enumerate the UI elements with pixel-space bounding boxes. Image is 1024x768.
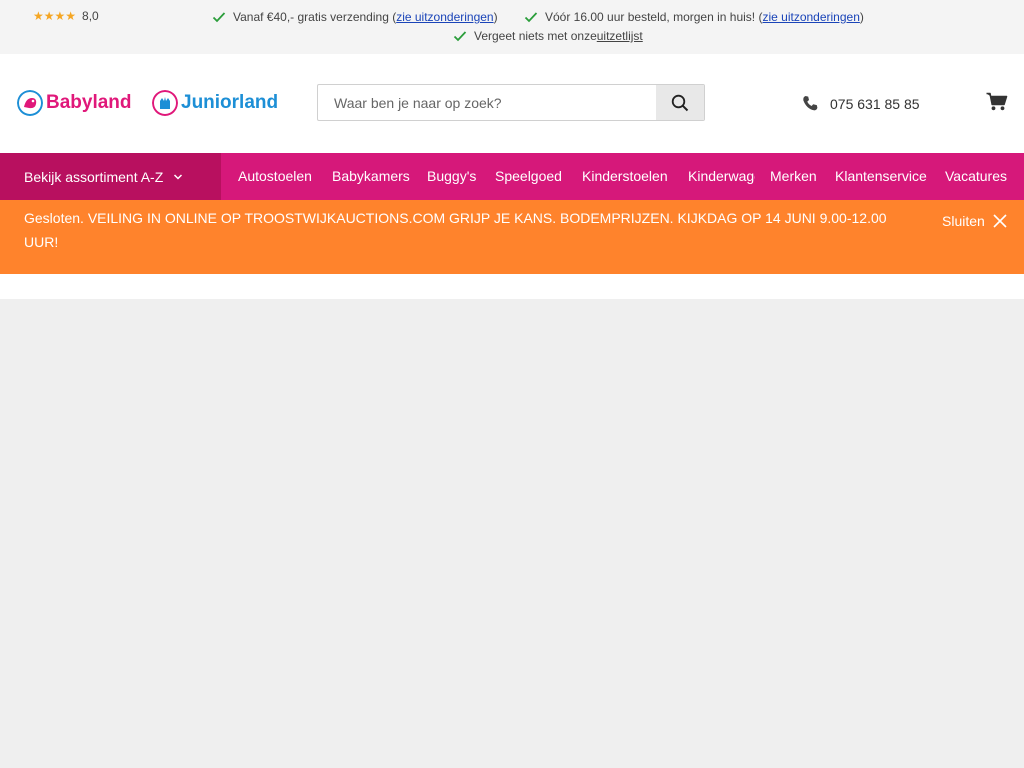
checklist-link[interactable]: uitzetlijst: [597, 29, 643, 43]
nav-item-kinderstoelen[interactable]: Kinderstoelen: [582, 153, 668, 200]
babyland-logo-icon: [17, 90, 43, 116]
phone-number: 075 631 85 85: [830, 95, 920, 112]
review-rating[interactable]: ★★★★ 8,0: [33, 9, 99, 23]
usp-bar: ★★★★ 8,0 Vanaf €40,- gratis verzending (…: [0, 0, 1024, 54]
rating-stars-icon: ★★★★: [33, 9, 77, 23]
nav-item-buggys[interactable]: Buggy's: [427, 153, 476, 200]
content-top-strip: [0, 274, 1024, 299]
search-input[interactable]: [318, 85, 658, 120]
search-icon: [671, 94, 689, 111]
usp-text: Vergeet niets met onze: [474, 29, 597, 43]
usp-paren: ): [493, 10, 498, 24]
babyland-logo-text: Babyland: [46, 92, 132, 113]
exceptions-link[interactable]: zie uitzonderingen: [762, 10, 859, 24]
check-icon: [453, 31, 467, 42]
usp-text: Vóór 16.00 uur besteld, morgen in huis! …: [545, 10, 763, 24]
nav-item-autostoelen[interactable]: Autostoelen: [238, 153, 312, 200]
close-icon: [993, 214, 1007, 228]
babyland-logo[interactable]: Babyland: [17, 90, 132, 116]
usp-next-day: Vóór 16.00 uur besteld, morgen in huis! …: [524, 10, 864, 24]
notice-close-label: Sluiten: [942, 213, 985, 229]
nav-item-kinderwagens-clip: Kinderwagens: [688, 153, 755, 200]
usp-free-shipping: Vanaf €40,- gratis verzending (zie uitzo…: [212, 10, 498, 24]
assortment-label: Bekijk assortiment A-Z: [24, 168, 164, 185]
notice-text: Gesloten. VEILING IN ONLINE OP TROOSTWIJ…: [24, 210, 887, 250]
rating-score: 8,0: [82, 9, 99, 23]
phone-icon: [803, 96, 818, 111]
juniorland-logo-text: Juniorland: [181, 92, 279, 113]
nav-item-kinderwagens[interactable]: Kinderwagens: [688, 153, 755, 200]
notice-banner: Gesloten. VEILING IN ONLINE OP TROOSTWIJ…: [0, 200, 1024, 274]
nav-item-babykamers[interactable]: Babykamers: [332, 153, 410, 200]
check-icon: [212, 12, 226, 23]
juniorland-logo[interactable]: Juniorland: [152, 90, 278, 116]
search-bar: [317, 84, 705, 121]
juniorland-logo-icon: [152, 90, 178, 116]
chevron-down-icon: [174, 173, 183, 180]
usp-checklist: Vergeet niets met onze uitzetlijst: [453, 29, 643, 43]
assortment-dropdown[interactable]: Bekijk assortiment A-Z: [0, 153, 221, 200]
nav-item-merken[interactable]: Merken: [770, 153, 817, 200]
cart-button[interactable]: [986, 92, 1008, 116]
usp-paren: ): [859, 10, 864, 24]
usp-text: Vanaf €40,- gratis verzending (: [233, 10, 397, 24]
nav-item-klantenservice[interactable]: Klantenservice: [835, 153, 927, 200]
exceptions-link[interactable]: zie uitzonderingen: [396, 10, 493, 24]
customer-phone[interactable]: 075 631 85 85: [802, 95, 920, 112]
cart-icon: [986, 92, 1008, 111]
nav-item-vacatures[interactable]: Vacatures: [945, 153, 1007, 200]
notice-close-button[interactable]: Sluiten: [942, 213, 1007, 229]
search-button[interactable]: [656, 85, 704, 120]
nav-item-speelgoed[interactable]: Speelgoed: [495, 153, 562, 200]
site-header: Babyland Juniorland 075 631 85 85: [0, 54, 1024, 153]
check-icon: [524, 12, 538, 23]
main-navigation: Bekijk assortiment A-Z Autostoelen Babyk…: [0, 153, 1024, 200]
